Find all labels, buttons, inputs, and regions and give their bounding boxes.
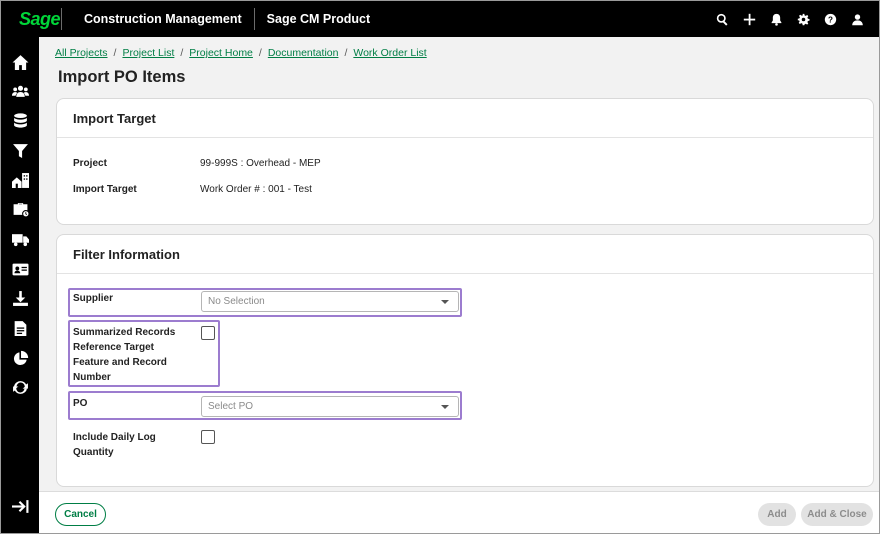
supplier-select[interactable]: No Selection (201, 291, 459, 312)
breadcrumb-documentation[interactable]: Documentation (268, 47, 339, 59)
briefcase-icon[interactable] (1, 198, 39, 220)
summarized-label-line: Summarized Records (73, 327, 176, 338)
summarized-label-line: Number (73, 372, 111, 383)
po-label: PO (73, 398, 88, 409)
gear-icon[interactable] (790, 1, 817, 37)
add-button[interactable]: Add (758, 503, 796, 526)
product-name[interactable]: Sage CM Product (255, 12, 371, 26)
supplier-select-value: No Selection (208, 296, 265, 307)
breadcrumb-separator: / (180, 47, 184, 59)
filter-icon[interactable] (1, 139, 39, 161)
summarized-label-line: Feature and Record (73, 357, 167, 368)
po-select[interactable]: Select PO (201, 396, 459, 417)
page-title: Import PO Items (58, 68, 186, 86)
people-icon[interactable] (1, 80, 39, 102)
breadcrumb-separator: / (113, 47, 117, 59)
truck-icon[interactable] (1, 228, 39, 250)
sage-logo[interactable]: Sage (1, 1, 61, 37)
import-target-label: Import Target (73, 184, 137, 195)
main-content: All Projects / Project List / Project Ho… (39, 37, 879, 533)
breadcrumb: All Projects / Project List / Project Ho… (55, 47, 427, 59)
stack-icon[interactable] (1, 109, 39, 131)
bell-icon[interactable] (763, 1, 790, 37)
expand-arrow-icon[interactable] (1, 495, 39, 517)
import-target-header: Import Target (57, 99, 873, 138)
help-icon[interactable]: ? (817, 1, 844, 37)
daily-log-quantity-label: Include Daily Log Quantity (73, 430, 193, 460)
app-title[interactable]: Construction Management (62, 12, 254, 26)
breadcrumb-work-order-list[interactable]: Work Order List (353, 47, 426, 59)
daily-log-quantity-checkbox[interactable] (201, 430, 215, 444)
pie-chart-icon[interactable] (1, 347, 39, 369)
app-window: Sage Construction Management Sage CM Pro… (0, 0, 880, 534)
supplier-label: Supplier (73, 293, 114, 304)
sync-icon[interactable] (1, 376, 39, 398)
breadcrumb-project-home[interactable]: Project Home (189, 47, 253, 59)
po-select-value: Select PO (208, 401, 254, 412)
import-target-value: Work Order # : 001 - Test (200, 184, 312, 195)
buildings-icon[interactable] (1, 169, 39, 191)
top-bar-actions: ? (709, 1, 871, 37)
daily-log-label-line: Quantity (73, 447, 114, 458)
daily-log-label-line: Include Daily Log (73, 432, 156, 443)
chevron-down-icon (441, 300, 449, 304)
cancel-button[interactable]: Cancel (55, 503, 106, 526)
import-target-card: Import Target Project 99-999S : Overhead… (56, 98, 874, 225)
add-and-close-button[interactable]: Add & Close (801, 503, 873, 526)
filter-information-card: Filter Information Supplier No Selection… (56, 234, 874, 487)
download-icon[interactable] (1, 287, 39, 309)
id-card-icon[interactable] (1, 258, 39, 280)
summarized-records-checkbox[interactable] (201, 326, 215, 340)
chevron-down-icon (441, 405, 449, 409)
user-icon[interactable] (844, 1, 871, 37)
sidebar (1, 37, 39, 533)
document-icon[interactable] (1, 317, 39, 339)
project-value: 99-999S : Overhead - MEP (200, 158, 321, 169)
top-bar: Sage Construction Management Sage CM Pro… (1, 1, 879, 37)
breadcrumb-all-projects[interactable]: All Projects (55, 47, 108, 59)
filter-information-header: Filter Information (57, 235, 873, 274)
plus-icon[interactable] (736, 1, 763, 37)
project-label: Project (73, 158, 107, 169)
search-icon[interactable] (709, 1, 736, 37)
breadcrumb-separator: / (344, 47, 348, 59)
svg-text:?: ? (828, 15, 833, 24)
breadcrumb-separator: / (258, 47, 262, 59)
breadcrumb-project-list[interactable]: Project List (122, 47, 174, 59)
footer-action-bar: Cancel Add Add & Close (39, 491, 879, 533)
home-icon[interactable] (1, 51, 39, 73)
summarized-label-line: Reference Target (73, 342, 154, 353)
summarized-records-label: Summarized Records Reference Target Feat… (73, 325, 193, 385)
